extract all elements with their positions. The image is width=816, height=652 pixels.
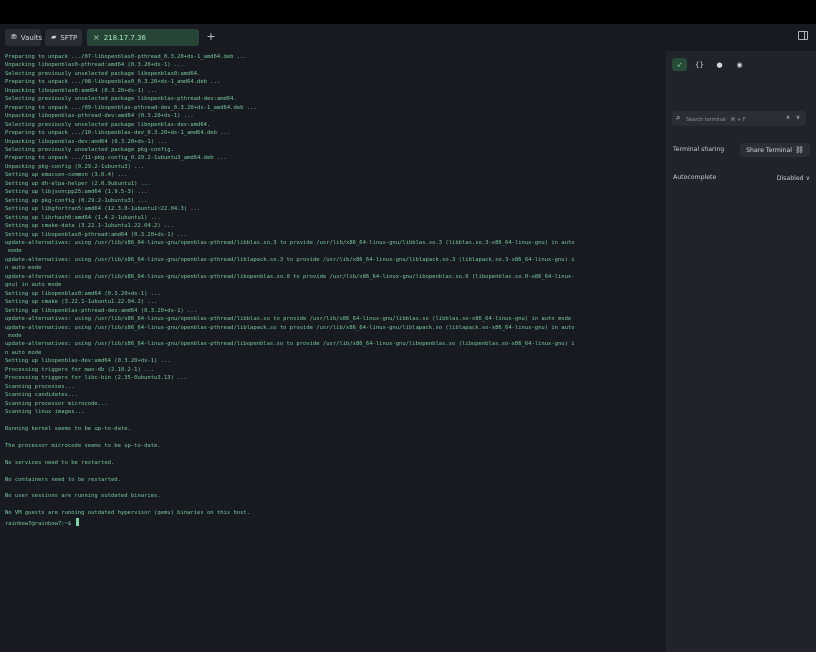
terminal-line: Setting up librhash0:amd64 (1.4.2-1ubunt…	[5, 214, 161, 221]
autocomplete-row: Autocomplete Disabled ∨	[673, 171, 810, 185]
terminal-line: mode	[5, 248, 22, 255]
terminal-line: Unpacking libopenblas-pthread-dev:amd64 …	[5, 113, 194, 120]
terminal-line: Preparing to unpack .../07-libopenblas0-…	[5, 54, 247, 60]
terminal-sharing-label: Terminal sharing	[673, 146, 725, 153]
terminal-line: Setting up libjsoncpp25:amd64 (1.9.5-3) …	[5, 189, 148, 196]
terminal-line: Setting up cmake (3.22.1-1ubuntu1.22.04.…	[5, 299, 158, 306]
tab-bar: ⛃ Vaults ▰ SFTP × 218.17.7.36 +	[0, 24, 816, 51]
terminal-line: Setting up cmake-data (3.22.1-1ubuntu1.2…	[5, 223, 174, 230]
terminal-line: Setting up libopenblas-dev:amd64 (0.3.20…	[5, 358, 171, 365]
close-icon[interactable]: ×	[93, 33, 100, 42]
terminal-side-panel: ➶ {} ● ◉ ⌕ ∧ ∨ Terminal sharing Share Te…	[666, 51, 816, 652]
terminal-line: Setting up libopenblas-pthread-dev:amd64…	[5, 307, 198, 314]
terminal-line: The processor microcode seems to be up-t…	[5, 442, 161, 449]
tab-sftp-label: SFTP	[60, 33, 78, 42]
terminal-prompt: rainbow7@rainbow7:~$	[5, 520, 75, 527]
terminal-line: update-alternatives: using /usr/lib/x86_…	[5, 324, 575, 331]
terminal-line: Preparing to unpack .../09-libopenblas-p…	[5, 104, 257, 111]
terminal-line: Scanning processor microcode...	[5, 400, 108, 407]
folder-icon: ▰	[51, 33, 57, 41]
vault-icon: ⛃	[11, 33, 17, 41]
chevron-up-icon[interactable]: ∧	[784, 114, 792, 122]
terminal-app: ⛃ Vaults ▰ SFTP × 218.17.7.36 + Preparin…	[0, 24, 816, 652]
link-icon: ⛓	[795, 146, 804, 154]
terminal-line: Processing triggers for man-db (2.10.2-1…	[5, 366, 155, 373]
terminal-line: Setting up pkg-config (0.29.2-1ubuntu3) …	[5, 197, 148, 204]
terminal-search-box: ⌕ ∧ ∨	[672, 111, 806, 127]
terminal-line: Setting up emacsen-common (3.0.4) ...	[5, 172, 128, 179]
terminal-line: Unpacking libopenblas-dev:amd64 (0.3.20+…	[5, 138, 168, 145]
tab-host-label: 218.17.7.36	[103, 33, 147, 42]
search-icon: ⌕	[676, 113, 681, 122]
terminal-cursor	[75, 517, 79, 526]
terminal-line: update-alternatives: using /usr/lib/x86_…	[5, 273, 575, 280]
terminal-line: Processing triggers for libc-bin (2.35-0…	[5, 375, 188, 382]
terminal-line: update-alternatives: using /usr/lib/x86_…	[5, 239, 575, 246]
terminal-line: Selecting previously unselected package …	[5, 146, 174, 153]
terminal-line: Selecting previously unselected package …	[5, 121, 211, 128]
chevron-down-icon[interactable]: ∨	[794, 114, 802, 122]
chevron-down-icon: ∨	[805, 175, 810, 182]
terminal-line: No containers need to be restarted.	[5, 476, 121, 483]
terminal-line: No VM guests are running outdated hyperv…	[5, 510, 251, 517]
window-top-bar	[0, 0, 816, 24]
terminal-line: Selecting previously unselected package …	[5, 96, 237, 103]
terminal-line: No services need to be restarted.	[5, 459, 115, 466]
autocomplete-value: Disabled	[776, 175, 804, 182]
terminal-lines: Preparing to unpack .../07-libopenblas0-…	[5, 53, 664, 528]
terminal-line: Scanning candidates...	[5, 392, 78, 399]
terminal-line: n auto mode	[5, 349, 42, 356]
terminal-line: Unpacking pkg-config (0.29.2-1ubuntu3) .…	[5, 163, 145, 170]
terminal-line: Unpacking libopenblas0-pthread:amd64 (0.…	[5, 62, 184, 69]
tab-sftp[interactable]: ▰ SFTP	[45, 29, 82, 46]
code-braces-icon[interactable]: {}	[692, 58, 707, 71]
terminal-line: gnu) in auto mode	[5, 282, 62, 289]
share-terminal-button[interactable]: Share Terminal ⛓	[740, 143, 810, 157]
sidebar-toggle-icon[interactable]	[798, 31, 808, 40]
terminal-line: mode	[5, 332, 22, 339]
terminal-line: Scanning processes...	[5, 383, 75, 390]
new-tab-button[interactable]: +	[204, 30, 218, 44]
terminal-line: n auto mode	[5, 265, 42, 272]
side-panel-toolbar: ➶ {} ● ◉	[672, 58, 747, 71]
share-terminal-label: Share Terminal	[746, 146, 793, 154]
palette-icon[interactable]: ◉	[732, 58, 747, 71]
tab-host-session[interactable]: × 218.17.7.36	[87, 29, 199, 46]
search-terminal-input[interactable]	[684, 112, 776, 127]
autocomplete-select[interactable]: Disabled ∨	[775, 174, 810, 183]
terminal-line: Preparing to unpack .../11-pkg-config_0.…	[5, 155, 227, 162]
tab-vaults-label: Vaults	[20, 33, 43, 42]
terminal-output[interactable]: Preparing to unpack .../07-libopenblas0-…	[0, 51, 666, 652]
autocomplete-label: Autocomplete	[673, 174, 717, 181]
terminal-line: Preparing to unpack .../10-libopenblas-d…	[5, 130, 231, 137]
terminal-line: update-alternatives: using /usr/lib/x86_…	[5, 256, 575, 263]
snippets-rocket-icon[interactable]: ➶	[672, 58, 687, 71]
terminal-prompt-line[interactable]: rainbow7@rainbow7:~$	[5, 517, 664, 528]
terminal-line: No user sessions are running outdated bi…	[5, 493, 161, 500]
terminal-line: Setting up libopenblas0-pthread:amd64 (0…	[5, 231, 188, 238]
terminal-line: Unpacking libopenblas0:amd64 (0.3.20+ds-…	[5, 87, 158, 94]
terminal-sharing-row: Terminal sharing Share Terminal ⛓	[673, 143, 810, 157]
terminal-line: Preparing to unpack .../08-libopenblas0_…	[5, 79, 221, 86]
terminal-line: Setting up dh-elpa-helper (2.0.9ubuntu1)…	[5, 180, 151, 187]
tab-vaults[interactable]: ⛃ Vaults	[5, 29, 43, 46]
terminal-line: Running kernel seems to be up-to-date.	[5, 425, 131, 432]
terminal-line: Setting up libgfortran5:amd64 (12.3.0-1u…	[5, 206, 201, 213]
terminal-line: Scanning linux images...	[5, 409, 85, 416]
terminal-line: update-alternatives: using /usr/lib/x86_…	[5, 316, 572, 323]
ai-chat-icon[interactable]: ●	[712, 58, 727, 71]
terminal-line: Selecting previously unselected package …	[5, 70, 201, 77]
terminal-line: Setting up libopenblas0:amd64 (0.3.20+ds…	[5, 290, 161, 297]
terminal-line: update-alternatives: using /usr/lib/x86_…	[5, 341, 575, 348]
